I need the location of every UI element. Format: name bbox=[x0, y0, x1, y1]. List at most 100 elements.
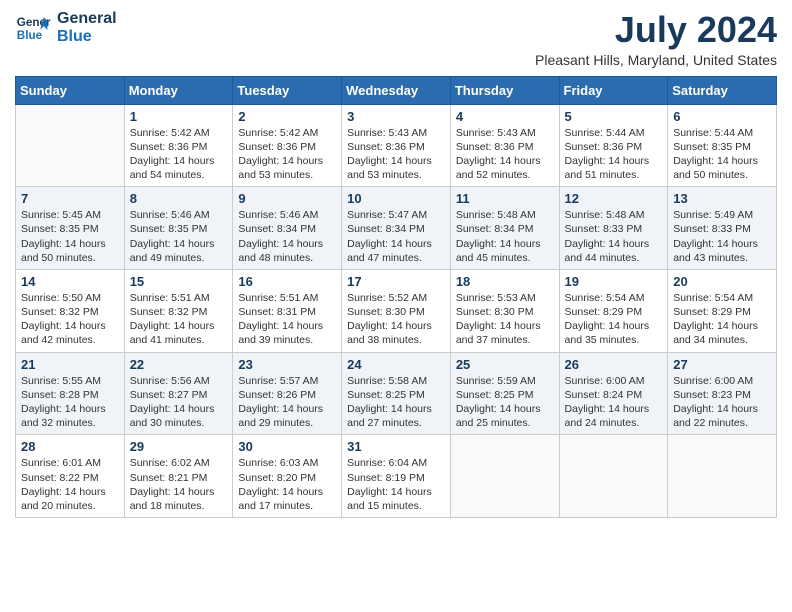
cell-sun-info: Sunrise: 5:43 AM Sunset: 8:36 PM Dayligh… bbox=[347, 126, 445, 183]
calendar-cell: 16Sunrise: 5:51 AM Sunset: 8:31 PM Dayli… bbox=[233, 269, 342, 352]
cell-sun-info: Sunrise: 5:50 AM Sunset: 8:32 PM Dayligh… bbox=[21, 291, 119, 348]
calendar-cell: 19 Sunrise: 5:54 AM Sunset: 8:29 PM Dayli… bbox=[559, 269, 668, 352]
day-number: 5 bbox=[565, 109, 663, 124]
calendar-cell: 21 Sunrise: 5:55 AM Sunset: 8:28 PM Dayli… bbox=[16, 352, 125, 435]
weekday-header-thursday: Thursday bbox=[450, 76, 559, 104]
calendar-cell: 20 Sunrise: 5:54 AM Sunset: 8:29 PM Dayli… bbox=[668, 269, 777, 352]
day-number: 16 bbox=[238, 274, 336, 289]
calendar-cell: 31 Sunrise: 6:04 AM Sunset: 8:19 PM Dayli… bbox=[342, 435, 451, 518]
logo-text-line2: Blue bbox=[57, 28, 117, 46]
day-number: 25 bbox=[456, 357, 554, 372]
logo-text-line1: General bbox=[57, 10, 117, 28]
day-number: 30 bbox=[238, 439, 336, 454]
svg-text:Blue: Blue bbox=[17, 29, 43, 42]
cell-sun-info: Sunrise: 5:55 AM Sunset: 8:28 PM Dayligh… bbox=[21, 374, 119, 431]
day-number: 13 bbox=[673, 191, 771, 206]
cell-sun-info: Sunrise: 6:02 AM Sunset: 8:21 PM Dayligh… bbox=[130, 456, 228, 513]
logo: General Blue General Blue bbox=[15, 10, 117, 46]
logo-wordmark: General Blue bbox=[57, 10, 117, 45]
cell-sun-info: Sunrise: 5:42 AM Sunset: 8:36 PM Dayligh… bbox=[130, 126, 228, 183]
day-number: 22 bbox=[130, 357, 228, 372]
day-number: 29 bbox=[130, 439, 228, 454]
day-number: 12 bbox=[565, 191, 663, 206]
calendar-table: SundayMondayTuesdayWednesdayThursdayFrid… bbox=[15, 76, 777, 518]
day-number: 10 bbox=[347, 191, 445, 206]
calendar-week-3: 14 Sunrise: 5:50 AM Sunset: 8:32 PM Dayli… bbox=[16, 269, 777, 352]
cell-sun-info: Sunrise: 6:00 AM Sunset: 8:23 PM Dayligh… bbox=[673, 374, 771, 431]
cell-sun-info: Sunrise: 5:52 AM Sunset: 8:30 PM Dayligh… bbox=[347, 291, 445, 348]
day-number: 8 bbox=[130, 191, 228, 206]
calendar-cell: 8 Sunrise: 5:46 AM Sunset: 8:35 PM Daylig… bbox=[124, 187, 233, 270]
day-number: 6 bbox=[673, 109, 771, 124]
day-number: 3 bbox=[347, 109, 445, 124]
calendar-cell: 18Sunrise: 5:53 AM Sunset: 8:30 PM Dayli… bbox=[450, 269, 559, 352]
calendar-cell: 12 Sunrise: 5:48 AM Sunset: 8:33 PM Dayli… bbox=[559, 187, 668, 270]
day-number: 9 bbox=[238, 191, 336, 206]
weekday-header-tuesday: Tuesday bbox=[233, 76, 342, 104]
day-number: 28 bbox=[21, 439, 119, 454]
calendar-cell: 28 Sunrise: 6:01 AM Sunset: 8:22 PM Dayli… bbox=[16, 435, 125, 518]
calendar-cell: 25 Sunrise: 5:59 AM Sunset: 8:25 PM Dayli… bbox=[450, 352, 559, 435]
weekday-header-wednesday: Wednesday bbox=[342, 76, 451, 104]
calendar-cell: 11 Sunrise: 5:48 AM Sunset: 8:34 PM Dayli… bbox=[450, 187, 559, 270]
day-number: 26 bbox=[565, 357, 663, 372]
day-number: 19 bbox=[565, 274, 663, 289]
weekday-header-saturday: Saturday bbox=[668, 76, 777, 104]
calendar-cell: 29 Sunrise: 6:02 AM Sunset: 8:21 PM Dayli… bbox=[124, 435, 233, 518]
location-subtitle: Pleasant Hills, Maryland, United States bbox=[535, 52, 777, 68]
calendar-cell: 17 Sunrise: 5:52 AM Sunset: 8:30 PM Dayli… bbox=[342, 269, 451, 352]
cell-sun-info: Sunrise: 5:44 AM Sunset: 8:36 PM Dayligh… bbox=[565, 126, 663, 183]
calendar-cell: 26Sunrise: 6:00 AM Sunset: 8:24 PM Dayli… bbox=[559, 352, 668, 435]
cell-sun-info: Sunrise: 5:48 AM Sunset: 8:34 PM Dayligh… bbox=[456, 208, 554, 265]
weekday-header-row: SundayMondayTuesdayWednesdayThursdayFrid… bbox=[16, 76, 777, 104]
calendar-cell: 13 Sunrise: 5:49 AM Sunset: 8:33 PM Dayli… bbox=[668, 187, 777, 270]
month-year-title: July 2024 bbox=[535, 10, 777, 50]
title-area: July 2024 Pleasant Hills, Maryland, Unit… bbox=[535, 10, 777, 68]
cell-sun-info: Sunrise: 5:45 AM Sunset: 8:35 PM Dayligh… bbox=[21, 208, 119, 265]
calendar-week-4: 21 Sunrise: 5:55 AM Sunset: 8:28 PM Dayli… bbox=[16, 352, 777, 435]
day-number: 21 bbox=[21, 357, 119, 372]
cell-sun-info: Sunrise: 5:44 AM Sunset: 8:35 PM Dayligh… bbox=[673, 126, 771, 183]
day-number: 4 bbox=[456, 109, 554, 124]
day-number: 24 bbox=[347, 357, 445, 372]
calendar-cell bbox=[559, 435, 668, 518]
day-number: 7 bbox=[21, 191, 119, 206]
day-number: 11 bbox=[456, 191, 554, 206]
cell-sun-info: Sunrise: 5:54 AM Sunset: 8:29 PM Dayligh… bbox=[565, 291, 663, 348]
weekday-header-friday: Friday bbox=[559, 76, 668, 104]
calendar-cell: 2Sunrise: 5:42 AM Sunset: 8:36 PM Daylig… bbox=[233, 104, 342, 187]
calendar-cell: 22 Sunrise: 5:56 AM Sunset: 8:27 PM Dayli… bbox=[124, 352, 233, 435]
cell-sun-info: Sunrise: 5:54 AM Sunset: 8:29 PM Dayligh… bbox=[673, 291, 771, 348]
calendar-cell: 5 Sunrise: 5:44 AM Sunset: 8:36 PM Daylig… bbox=[559, 104, 668, 187]
day-number: 27 bbox=[673, 357, 771, 372]
calendar-week-1: 1Sunrise: 5:42 AM Sunset: 8:36 PM Daylig… bbox=[16, 104, 777, 187]
day-number: 31 bbox=[347, 439, 445, 454]
day-number: 20 bbox=[673, 274, 771, 289]
cell-sun-info: Sunrise: 5:56 AM Sunset: 8:27 PM Dayligh… bbox=[130, 374, 228, 431]
calendar-cell: 1Sunrise: 5:42 AM Sunset: 8:36 PM Daylig… bbox=[124, 104, 233, 187]
cell-sun-info: Sunrise: 5:48 AM Sunset: 8:33 PM Dayligh… bbox=[565, 208, 663, 265]
logo-icon: General Blue bbox=[15, 10, 51, 46]
cell-sun-info: Sunrise: 5:49 AM Sunset: 8:33 PM Dayligh… bbox=[673, 208, 771, 265]
cell-sun-info: Sunrise: 5:51 AM Sunset: 8:32 PM Dayligh… bbox=[130, 291, 228, 348]
calendar-cell: 7 Sunrise: 5:45 AM Sunset: 8:35 PM Daylig… bbox=[16, 187, 125, 270]
day-number: 14 bbox=[21, 274, 119, 289]
day-number: 17 bbox=[347, 274, 445, 289]
cell-sun-info: Sunrise: 5:58 AM Sunset: 8:25 PM Dayligh… bbox=[347, 374, 445, 431]
weekday-header-monday: Monday bbox=[124, 76, 233, 104]
cell-sun-info: Sunrise: 6:01 AM Sunset: 8:22 PM Dayligh… bbox=[21, 456, 119, 513]
cell-sun-info: Sunrise: 5:46 AM Sunset: 8:35 PM Dayligh… bbox=[130, 208, 228, 265]
header: General Blue General Blue July 2024 Plea… bbox=[15, 10, 777, 68]
calendar-cell: 30Sunrise: 6:03 AM Sunset: 8:20 PM Dayli… bbox=[233, 435, 342, 518]
cell-sun-info: Sunrise: 6:04 AM Sunset: 8:19 PM Dayligh… bbox=[347, 456, 445, 513]
cell-sun-info: Sunrise: 5:59 AM Sunset: 8:25 PM Dayligh… bbox=[456, 374, 554, 431]
cell-sun-info: Sunrise: 5:46 AM Sunset: 8:34 PM Dayligh… bbox=[238, 208, 336, 265]
cell-sun-info: Sunrise: 5:47 AM Sunset: 8:34 PM Dayligh… bbox=[347, 208, 445, 265]
cell-sun-info: Sunrise: 5:57 AM Sunset: 8:26 PM Dayligh… bbox=[238, 374, 336, 431]
calendar-cell bbox=[16, 104, 125, 187]
calendar-cell: 10 Sunrise: 5:47 AM Sunset: 8:34 PM Dayli… bbox=[342, 187, 451, 270]
cell-sun-info: Sunrise: 5:42 AM Sunset: 8:36 PM Dayligh… bbox=[238, 126, 336, 183]
calendar-cell: 27 Sunrise: 6:00 AM Sunset: 8:23 PM Dayli… bbox=[668, 352, 777, 435]
calendar-week-2: 7 Sunrise: 5:45 AM Sunset: 8:35 PM Daylig… bbox=[16, 187, 777, 270]
calendar-cell: 14 Sunrise: 5:50 AM Sunset: 8:32 PM Dayli… bbox=[16, 269, 125, 352]
